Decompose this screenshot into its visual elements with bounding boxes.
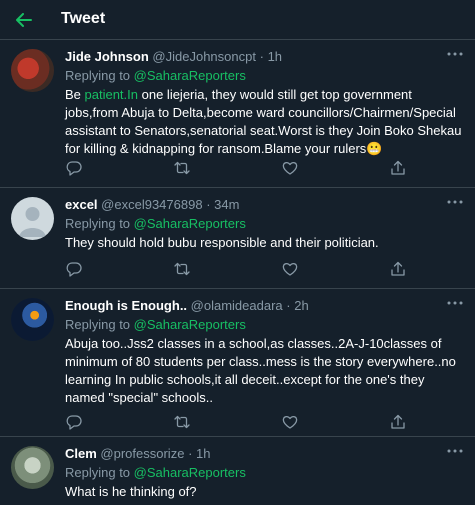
share-icon[interactable]: [390, 261, 406, 277]
timestamp[interactable]: 1h: [268, 49, 282, 64]
tweet-inline-link[interactable]: patient.In: [85, 87, 139, 102]
reply-tweet[interactable]: Jide Johnson @JideJohnsoncpt · 1h Replyi…: [0, 41, 475, 188]
more-options-icon[interactable]: [445, 296, 465, 310]
share-icon[interactable]: [390, 414, 406, 430]
separator: ·: [206, 197, 211, 212]
replying-to: Replying to @SaharaReporters: [65, 316, 465, 334]
replying-to-link[interactable]: @SaharaReporters: [134, 68, 246, 83]
retweet-icon[interactable]: [174, 160, 190, 176]
more-options-icon[interactable]: [445, 47, 465, 61]
user-handle[interactable]: @JideJohnsoncpt: [152, 49, 256, 64]
more-options-icon[interactable]: [445, 195, 465, 209]
share-icon[interactable]: [390, 160, 406, 176]
retweet-icon[interactable]: [174, 414, 190, 430]
tweet-text: What is he thinking of?: [65, 484, 197, 499]
tweet-text: They should hold bubu responsible and th…: [65, 235, 379, 250]
user-handle[interactable]: @excel93476898: [101, 197, 202, 212]
more-options-icon[interactable]: [445, 444, 465, 458]
reply-icon[interactable]: [66, 414, 82, 430]
replying-to: Replying to @SaharaReporters: [65, 215, 465, 233]
reply-icon[interactable]: [66, 160, 82, 176]
separator: ·: [188, 446, 193, 461]
timestamp[interactable]: 1h: [196, 446, 210, 461]
replying-to-link[interactable]: @SaharaReporters: [134, 317, 246, 332]
replying-prefix: Replying to: [65, 317, 134, 332]
separator: ·: [286, 298, 291, 313]
reply-tweet[interactable]: excel @excel93476898 · 34m Replying to @…: [0, 189, 475, 289]
timestamp[interactable]: 2h: [294, 298, 308, 313]
timestamp[interactable]: 34m: [214, 197, 239, 212]
replying-prefix: Replying to: [65, 465, 134, 480]
replying-to: Replying to @SaharaReporters: [65, 464, 465, 482]
avatar[interactable]: [11, 298, 54, 341]
page-title: Tweet: [61, 10, 106, 27]
like-icon[interactable]: [282, 414, 298, 430]
back-arrow-icon[interactable]: [12, 8, 36, 32]
grimace-emoji: 😬: [366, 141, 383, 156]
avatar[interactable]: [11, 446, 54, 489]
display-name[interactable]: Enough is Enough..: [65, 298, 187, 313]
top-bar: Tweet: [0, 0, 475, 40]
tweet-actions: [66, 261, 416, 277]
reply-tweet[interactable]: Enough is Enough.. @olamideadara · 2h Re…: [0, 290, 475, 437]
tweet-actions: [66, 160, 416, 176]
replying-prefix: Replying to: [65, 216, 134, 231]
like-icon[interactable]: [282, 261, 298, 277]
replying-to-link[interactable]: @SaharaReporters: [134, 216, 246, 231]
tweet-text: Abuja too..Jss2 classes in a school,as c…: [65, 336, 456, 405]
display-name[interactable]: Jide Johnson: [65, 49, 149, 64]
avatar[interactable]: [11, 197, 54, 240]
retweet-icon[interactable]: [174, 261, 190, 277]
tweet-actions: [66, 414, 416, 430]
replying-to: Replying to @SaharaReporters: [65, 67, 465, 85]
replying-prefix: Replying to: [65, 68, 134, 83]
avatar[interactable]: [11, 49, 54, 92]
like-icon[interactable]: [282, 160, 298, 176]
display-name[interactable]: Clem: [65, 446, 97, 461]
reply-tweet[interactable]: Clem @professorize · 1h Replying to @Sah…: [0, 438, 475, 505]
tweet-text-prefix: Be: [65, 87, 85, 102]
replying-to-link[interactable]: @SaharaReporters: [134, 465, 246, 480]
user-handle[interactable]: @professorize: [100, 446, 184, 461]
user-handle[interactable]: @olamideadara: [191, 298, 283, 313]
display-name[interactable]: excel: [65, 197, 98, 212]
tweet-text: Be patient.In one liejeria, they would s…: [65, 86, 465, 158]
reply-icon[interactable]: [66, 261, 82, 277]
separator: ·: [259, 49, 264, 64]
